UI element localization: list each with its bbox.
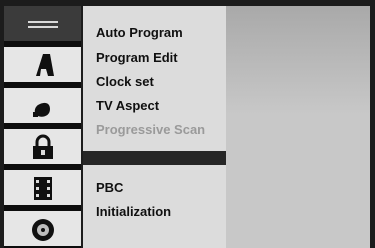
menu-item-tv-aspect[interactable]: TV Aspect	[96, 98, 159, 113]
tab-lock[interactable]	[4, 129, 81, 164]
setup-lines-icon	[28, 21, 58, 28]
language-a-icon	[36, 54, 54, 76]
tab-general-setup[interactable]	[4, 6, 81, 41]
lock-icon	[33, 134, 53, 159]
tab-language[interactable]	[4, 47, 81, 82]
tab-audio[interactable]	[4, 88, 81, 123]
menu-item-program-edit[interactable]: Program Edit	[96, 50, 178, 65]
menu-item-clock-set[interactable]: Clock set	[96, 74, 154, 89]
tab-disc[interactable]	[4, 211, 81, 246]
sidebar	[4, 6, 81, 248]
disc-icon	[32, 219, 54, 241]
menu-item-pbc[interactable]: PBC	[96, 180, 123, 195]
menu-list-primary: Auto Program Program Edit Clock set TV A…	[83, 6, 226, 151]
menu-item-auto-program[interactable]: Auto Program	[96, 25, 183, 40]
menu-divider	[83, 151, 226, 165]
tab-recording[interactable]	[4, 170, 81, 205]
audio-icon	[33, 102, 50, 117]
option-panel	[226, 6, 370, 248]
setup-menu-screen: Auto Program Program Edit Clock set TV A…	[0, 0, 375, 248]
menu-list-secondary: PBC Initialization	[83, 165, 226, 248]
menu-panel: Auto Program Program Edit Clock set TV A…	[83, 6, 370, 248]
film-icon	[34, 177, 52, 200]
menu-item-progressive-scan[interactable]: Progressive Scan	[96, 122, 205, 137]
menu-item-initialization[interactable]: Initialization	[96, 204, 171, 219]
